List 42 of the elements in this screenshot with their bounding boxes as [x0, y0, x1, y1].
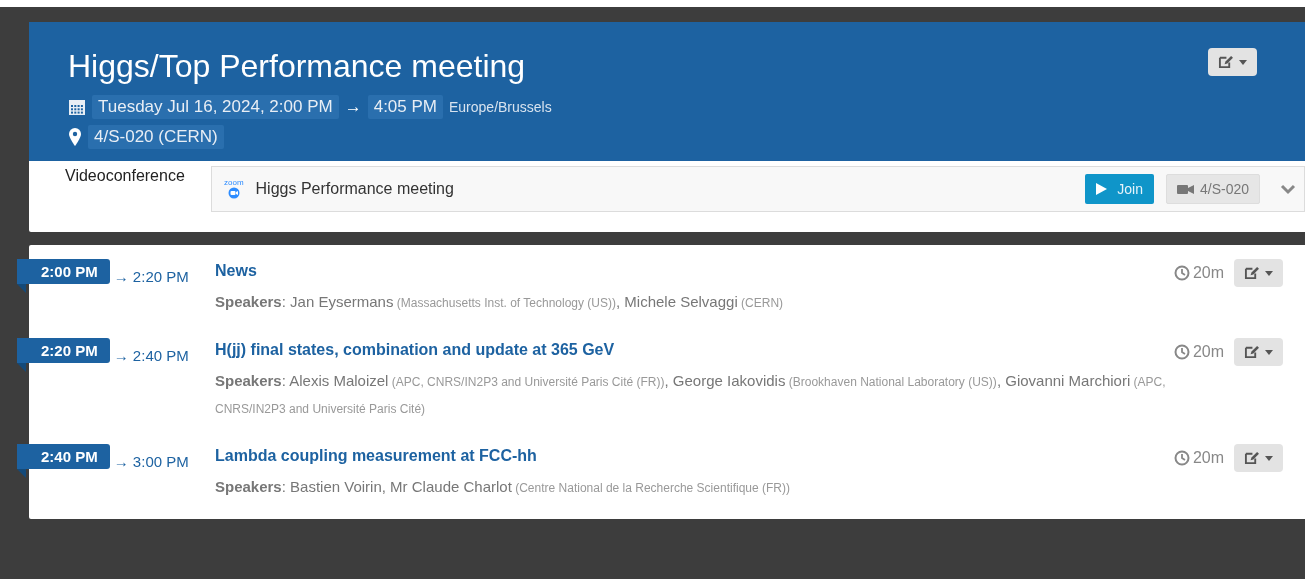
end-time: → 2:40 PM — [113, 346, 189, 364]
edit-menu-button[interactable] — [1234, 338, 1283, 366]
service-logo: zoom — [224, 179, 244, 199]
videoconference-label: Videoconference — [65, 166, 186, 185]
contribution-title[interactable]: H(jj) final states, combination and update at 365 GeV — [215, 341, 1174, 359]
chevron-down-icon[interactable] — [1280, 183, 1296, 195]
event-title: Higgs/Top Performance meeting — [68, 48, 527, 85]
caret-icon — [1239, 59, 1247, 65]
edit-icon — [1244, 266, 1259, 280]
edit-menu-button[interactable] — [1234, 259, 1283, 287]
speakers-line: Speakers: Bastien Voirin, Mr Claude Charlot (Centre National de la Recherche Scientifique (FR)) — [215, 477, 791, 497]
location: 4/S-020 (CERN) — [88, 125, 224, 149]
room-button[interactable]: 4/S-020 — [1165, 174, 1260, 204]
clock-icon — [1173, 450, 1190, 466]
clock-icon — [1173, 265, 1190, 281]
contribution-title[interactable]: News — [215, 262, 1174, 280]
videoconference-name: Higgs Performance meeting — [255, 180, 455, 198]
end-time: 4:05 PM — [367, 95, 443, 119]
location-pin-icon — [68, 128, 82, 146]
speakers-line: Speakers: Jan Eysermans (Massachusetts Inst. of Technology (US)), Michele Selvaggi (CERN) — [215, 292, 785, 312]
arrow-text: → — [344, 97, 362, 117]
caret-icon — [1265, 270, 1273, 276]
edit-icon — [1218, 55, 1233, 69]
caret-icon — [1265, 455, 1273, 461]
caret-icon — [1265, 349, 1273, 355]
edit-menu-button[interactable] — [1208, 48, 1257, 76]
play-icon — [1096, 183, 1108, 195]
contribution-title[interactable]: Lambda coupling measurement at FCC-hh — [215, 447, 1174, 465]
edit-menu-button[interactable] — [1234, 444, 1283, 472]
duration: 20m — [1192, 264, 1224, 282]
duration: 20m — [1192, 449, 1224, 467]
duration: 20m — [1192, 343, 1224, 361]
calendar-icon — [68, 98, 86, 116]
end-time: → 3:00 PM — [113, 452, 189, 470]
start-date: Tuesday Jul 16, 2024, 2:00 PM — [92, 95, 339, 119]
speakers-line: Speakers: Alexis Maloizel (APC, CNRS/IN2P3 and Université Paris Cité (FR)), George Iakovidis (Brookhaven National Laboratory (US)), Giovanni Marchiori (APC, CNRS/IN2P3 and Université Paris Cité) — [215, 371, 1167, 418]
end-time: → 2:20 PM — [113, 267, 189, 285]
video-camera-icon — [1176, 183, 1194, 195]
timezone: Europe/Brussels — [449, 99, 552, 115]
clock-icon — [1173, 344, 1190, 360]
edit-icon — [1244, 451, 1259, 465]
edit-icon — [1244, 345, 1259, 359]
